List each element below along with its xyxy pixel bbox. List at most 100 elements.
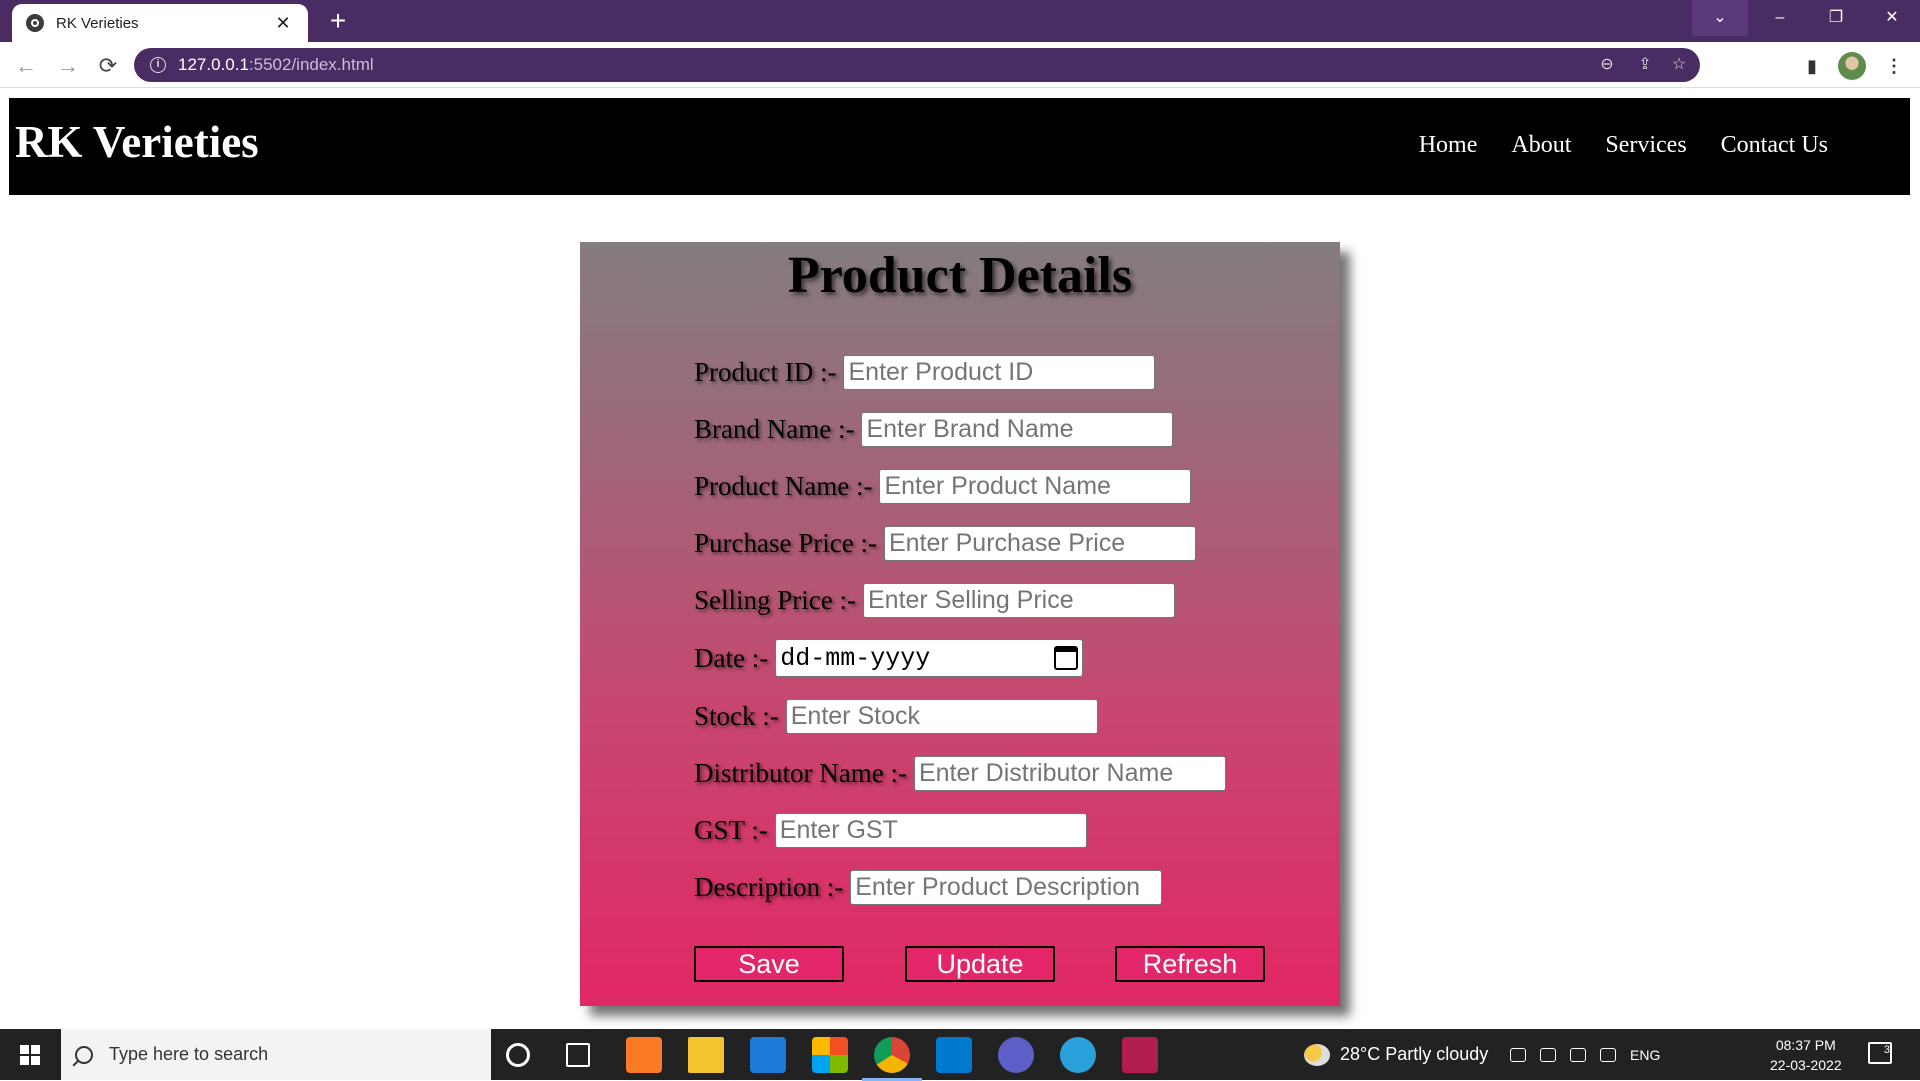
url-host: 127.0.0.1 xyxy=(178,55,249,74)
url-text: 127.0.0.1:5502/index.html xyxy=(178,55,374,75)
start-button[interactable] xyxy=(0,1029,60,1080)
taskbar-search[interactable]: Type here to search xyxy=(61,1029,491,1080)
nav-about[interactable]: About xyxy=(1511,132,1571,159)
taskbar: Type here to search 28°C Partly cloudy E… xyxy=(0,1029,1920,1081)
stock-input[interactable] xyxy=(785,698,1098,734)
site-header: RK Verieties Home About Services Contact… xyxy=(9,98,1910,195)
file-explorer-icon[interactable] xyxy=(688,1037,724,1073)
nav-contact-us[interactable]: Contact Us xyxy=(1721,132,1828,159)
reload-button[interactable]: ⟳ xyxy=(92,50,124,82)
battery-icon[interactable] xyxy=(1570,1047,1586,1062)
field-label: Brand Name :- xyxy=(694,413,855,444)
nav-home[interactable]: Home xyxy=(1419,132,1478,159)
search-icon xyxy=(75,1045,93,1064)
field-gst: GST :- xyxy=(694,812,1087,848)
cortana-icon[interactable] xyxy=(506,1043,530,1067)
maximize-button[interactable]: ❐ xyxy=(1808,0,1864,36)
date-input[interactable]: dd-mm-yyyy xyxy=(775,639,1084,677)
address-bar[interactable]: i 127.0.0.1:5502/index.html ⊖ ⇪ ☆ xyxy=(134,48,1700,82)
browser-menu-icon[interactable]: ⋮ xyxy=(1880,52,1908,80)
gst-input[interactable] xyxy=(774,812,1087,848)
product-id-input[interactable] xyxy=(843,354,1156,390)
field-purchase-price: Purchase Price :- xyxy=(694,525,1196,561)
site-nav: Home About Services Contact Us xyxy=(1419,132,1828,159)
clock-time: 08:37 PM xyxy=(1775,1037,1836,1053)
field-date: Date :- dd-mm-yyyy xyxy=(694,639,1084,677)
field-label: Stock :- xyxy=(694,700,779,731)
task-view-icon[interactable] xyxy=(566,1043,590,1067)
forward-button[interactable]: → xyxy=(52,50,84,82)
field-label: Product ID :- xyxy=(694,356,837,387)
back-button[interactable]: ← xyxy=(10,50,42,82)
product-name-input[interactable] xyxy=(879,468,1192,504)
brand-name-input[interactable] xyxy=(861,411,1174,447)
globe-icon xyxy=(26,14,44,32)
field-label: GST :- xyxy=(694,814,768,845)
field-label: Product Name :- xyxy=(694,470,873,501)
network-icon[interactable] xyxy=(1540,1047,1556,1062)
notification-count: 3 xyxy=(1883,1044,1890,1056)
date-placeholder: dd-mm-yyyy xyxy=(780,643,931,673)
field-product-id: Product ID :- xyxy=(694,354,1156,390)
clock[interactable]: 08:37 PM 22-03-2022 xyxy=(1770,1035,1842,1075)
mail-icon[interactable] xyxy=(750,1037,786,1073)
field-product-name: Product Name :- xyxy=(694,468,1192,504)
field-label: Selling Price :- xyxy=(694,584,856,615)
description-input[interactable] xyxy=(850,869,1163,905)
field-stock: Stock :- xyxy=(694,698,1098,734)
refresh-button[interactable]: Refresh xyxy=(1115,946,1265,982)
field-label: Purchase Price :- xyxy=(694,527,877,558)
field-label: Distributor Name :- xyxy=(694,757,907,788)
save-button[interactable]: Save xyxy=(694,946,844,982)
new-tab-button[interactable]: + xyxy=(322,6,354,38)
info-icon[interactable]: i xyxy=(150,57,166,73)
site-brand: RK Verieties xyxy=(15,117,259,167)
weather-widget[interactable]: 28°C Partly cloudy xyxy=(1304,1029,1488,1080)
partly-cloudy-icon xyxy=(1304,1043,1330,1066)
nav-services[interactable]: Services xyxy=(1605,132,1686,159)
language-indicator[interactable]: ENG xyxy=(1630,1047,1660,1063)
update-button[interactable]: Update xyxy=(905,946,1055,982)
app-icon[interactable] xyxy=(998,1037,1034,1073)
browser-toolbar: ← → ⟳ i 127.0.0.1:5502/index.html ⊖ ⇪ ☆ … xyxy=(0,42,1920,88)
field-brand-name: Brand Name :- xyxy=(694,411,1174,447)
selling-price-input[interactable] xyxy=(862,582,1175,618)
share-icon[interactable]: ⇪ xyxy=(1632,53,1658,77)
close-window-button[interactable]: ✕ xyxy=(1864,0,1920,36)
tab-close-icon[interactable]: ✕ xyxy=(272,13,294,34)
bookmark-star-icon[interactable]: ☆ xyxy=(1666,53,1692,77)
url-path: :5502/index.html xyxy=(248,55,374,74)
side-panel-icon[interactable]: ▮ xyxy=(1798,52,1826,80)
field-label: Date :- xyxy=(694,642,769,673)
notification-center-icon[interactable]: 3 xyxy=(1868,1042,1892,1064)
calendar-icon[interactable] xyxy=(1054,646,1079,670)
field-selling-price: Selling Price :- xyxy=(694,582,1175,618)
distributor-name-input[interactable] xyxy=(913,755,1226,791)
minimize-button[interactable]: – xyxy=(1752,0,1808,36)
store-icon[interactable] xyxy=(812,1037,848,1073)
volume-icon[interactable] xyxy=(1600,1047,1616,1062)
browser-tab[interactable]: RK Verieties ✕ xyxy=(12,4,308,42)
product-details-card: Product Details Product ID :- Brand Name… xyxy=(580,242,1340,1006)
profile-avatar[interactable] xyxy=(1838,52,1866,80)
clock-date: 22-03-2022 xyxy=(1770,1057,1842,1073)
dev-tool-icon[interactable] xyxy=(1122,1037,1158,1073)
chrome-icon[interactable] xyxy=(862,1037,922,1081)
form-title: Product Details xyxy=(787,247,1133,304)
browser-tab-strip: RK Verieties ✕ + ⌄ – ❐ ✕ xyxy=(0,0,1920,42)
purchase-price-input[interactable] xyxy=(883,525,1196,561)
field-description: Description :- xyxy=(694,869,1163,905)
tab-search-button[interactable]: ⌄ xyxy=(1692,0,1748,36)
xampp-icon[interactable] xyxy=(626,1037,662,1073)
windows-logo-icon xyxy=(20,1045,40,1065)
field-distributor-name: Distributor Name :- xyxy=(694,755,1226,791)
search-placeholder: Type here to search xyxy=(109,1044,269,1064)
telegram-icon[interactable] xyxy=(1060,1037,1096,1073)
tab-title: RK Verieties xyxy=(56,14,139,32)
weather-text: 28°C Partly cloudy xyxy=(1340,1044,1489,1064)
vscode-icon[interactable] xyxy=(936,1037,972,1073)
onedrive-icon[interactable] xyxy=(1510,1047,1526,1062)
system-tray: ENG xyxy=(1510,1029,1660,1080)
zoom-icon[interactable]: ⊖ xyxy=(1594,53,1620,77)
field-label: Description :- xyxy=(694,871,844,902)
